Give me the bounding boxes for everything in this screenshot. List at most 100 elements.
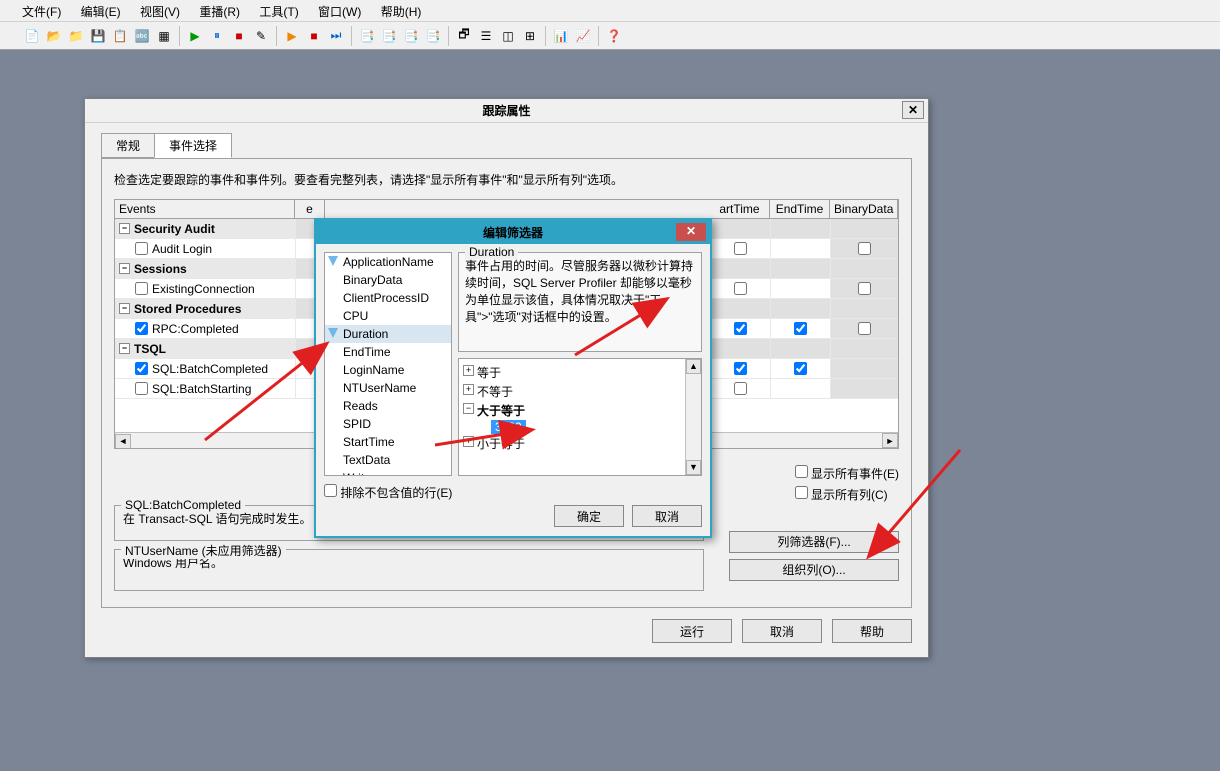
chk-exclude-empty[interactable]: 排除不包含值的行(E) xyxy=(324,486,452,500)
chk-rpc-start[interactable] xyxy=(734,322,747,335)
expand-icon[interactable]: + xyxy=(463,384,474,395)
tab-general[interactable]: 常规 xyxy=(101,133,155,158)
tb-grid-icon[interactable]: ▦ xyxy=(154,26,174,46)
list-item[interactable]: CPU xyxy=(325,307,451,325)
list-item[interactable]: TextData xyxy=(325,451,451,469)
tb-stop2-icon[interactable]: ■ xyxy=(304,26,324,46)
list-item[interactable]: EndTime xyxy=(325,343,451,361)
tb-tmpl1-icon[interactable]: 📑 xyxy=(357,26,377,46)
help-button[interactable]: 帮助 xyxy=(832,619,912,643)
expand-icon[interactable]: + xyxy=(463,436,474,447)
chk-al-start[interactable] xyxy=(734,242,747,255)
tb-tmpl4-icon[interactable]: 📑 xyxy=(423,26,443,46)
chk-show-all-cols[interactable]: 显示所有列(C) xyxy=(795,486,899,503)
list-item[interactable]: Writes xyxy=(325,469,451,476)
menubar: 文件(F) 编辑(E) 视图(V) 重播(R) 工具(T) 窗口(W) 帮助(H… xyxy=(0,0,1220,22)
list-item[interactable]: SPID xyxy=(325,415,451,433)
tb-tmpl2-icon[interactable]: 📑 xyxy=(379,26,399,46)
chk-existing-conn[interactable] xyxy=(135,282,148,295)
tb-win4-icon[interactable]: ⊞ xyxy=(520,26,540,46)
chk-audit-login[interactable] xyxy=(135,242,148,255)
menu-edit[interactable]: 编辑(E) xyxy=(81,5,121,19)
collapse-icon[interactable]: − xyxy=(119,263,130,274)
tb-open-icon[interactable]: 📂 xyxy=(44,26,64,46)
chk-show-all-events[interactable]: 显示所有事件(E) xyxy=(795,465,899,482)
tb-win2-icon[interactable]: ☰ xyxy=(476,26,496,46)
filter-value-input[interactable]: 3000 xyxy=(491,420,526,434)
menu-file[interactable]: 文件(F) xyxy=(22,5,61,19)
run-button[interactable]: 运行 xyxy=(652,619,732,643)
tb-pause-icon[interactable]: ⏸ xyxy=(207,26,227,46)
col-starttime[interactable]: artTime xyxy=(710,200,770,218)
col-e[interactable]: e xyxy=(295,200,325,218)
filter-description: Duration 事件占用的时间。尽管服务器以微秒计算持续时间，SQL Serv… xyxy=(458,252,702,352)
tb-play2-icon[interactable]: ▶ xyxy=(282,26,302,46)
tb-chart1-icon[interactable]: 📊 xyxy=(551,26,571,46)
tb-tmpl3-icon[interactable]: 📑 xyxy=(401,26,421,46)
menu-view[interactable]: 视图(V) xyxy=(140,5,180,19)
list-item[interactable]: ClientProcessID xyxy=(325,289,451,307)
chk-ec-start[interactable] xyxy=(734,282,747,295)
tb-open2-icon[interactable]: 📁 xyxy=(66,26,86,46)
list-item[interactable]: BinaryData xyxy=(325,271,451,289)
list-item[interactable]: Reads xyxy=(325,397,451,415)
chk-batch-starting[interactable] xyxy=(135,382,148,395)
col-events[interactable]: Events xyxy=(115,200,295,218)
cat-sessions: Sessions xyxy=(134,262,187,276)
cancel-button[interactable]: 取消 xyxy=(632,505,702,527)
chk-bs-start[interactable] xyxy=(734,382,747,395)
close-icon[interactable]: ✕ xyxy=(902,101,924,119)
cancel-button[interactable]: 取消 xyxy=(742,619,822,643)
organize-columns-button[interactable]: 组织列(O)... xyxy=(729,559,899,581)
ok-button[interactable]: 确定 xyxy=(554,505,624,527)
filter-column-list[interactable]: ApplicationName BinaryData ClientProcess… xyxy=(324,252,452,476)
menu-window[interactable]: 窗口(W) xyxy=(318,5,361,19)
tb-edit-icon[interactable]: ✎ xyxy=(251,26,271,46)
tb-win1-icon[interactable]: 🗗 xyxy=(454,26,474,46)
tb-help-icon[interactable]: ❓ xyxy=(604,26,624,46)
menu-replay[interactable]: 重播(R) xyxy=(199,5,240,19)
column-filter-button[interactable]: 列筛选器(F)... xyxy=(729,531,899,553)
filter-condition-tree[interactable]: +等于 +不等于 −大于等于 3000 +小于等于 ▲▼ xyxy=(458,358,702,476)
chk-al-bin[interactable] xyxy=(858,242,871,255)
expand-icon[interactable]: + xyxy=(463,365,474,376)
chk-rpc-end[interactable] xyxy=(794,322,807,335)
tb-chart2-icon[interactable]: 📈 xyxy=(573,26,593,46)
col-endtime[interactable]: EndTime xyxy=(770,200,830,218)
chk-bc-start[interactable] xyxy=(734,362,747,375)
list-item-selected[interactable]: Duration xyxy=(325,325,451,343)
trace-dialog-title: 跟踪属性 ✕ xyxy=(85,99,928,123)
tb-run-icon[interactable]: ▶ xyxy=(185,26,205,46)
tb-stop-icon[interactable]: ■ xyxy=(229,26,249,46)
tb-save2-icon[interactable]: 📋 xyxy=(110,26,130,46)
chk-batch-completed[interactable] xyxy=(135,362,148,375)
menu-tools[interactable]: 工具(T) xyxy=(259,5,298,19)
collapse-icon[interactable]: − xyxy=(119,223,130,234)
chk-rpc-bin[interactable] xyxy=(858,322,871,335)
list-item[interactable]: NTUserName xyxy=(325,379,451,397)
tree-vscroll[interactable]: ▲▼ xyxy=(685,359,701,475)
list-item[interactable]: LoginName xyxy=(325,361,451,379)
tb-save-icon[interactable]: 💾 xyxy=(88,26,108,46)
filter-dialog-title: 编辑筛选器 ✕ xyxy=(316,220,710,244)
list-item[interactable]: ApplicationName xyxy=(325,253,451,271)
tb-step-icon[interactable]: ⏭ xyxy=(326,26,346,46)
tb-new-icon[interactable]: 📄 xyxy=(22,26,42,46)
close-icon[interactable]: ✕ xyxy=(676,223,706,241)
col-binarydata[interactable]: BinaryData xyxy=(830,200,898,218)
chk-rpc-completed[interactable] xyxy=(135,322,148,335)
menu-help[interactable]: 帮助(H) xyxy=(381,5,422,19)
collapse-icon[interactable]: − xyxy=(463,403,474,414)
collapse-icon[interactable]: − xyxy=(119,343,130,354)
cat-security-audit: Security Audit xyxy=(134,222,215,236)
tb-props-icon[interactable]: 🔤 xyxy=(132,26,152,46)
chk-ec-bin[interactable] xyxy=(858,282,871,295)
chk-bc-end[interactable] xyxy=(794,362,807,375)
list-item[interactable]: StartTime xyxy=(325,433,451,451)
tab-events[interactable]: 事件选择 xyxy=(154,133,232,158)
cat-tsql: TSQL xyxy=(134,342,166,356)
collapse-icon[interactable]: − xyxy=(119,303,130,314)
events-hint: 检查选定要跟踪的事件和事件列。要查看完整列表，请选择"显示所有事件"和"显示所有… xyxy=(114,171,899,188)
tb-win3-icon[interactable]: ◫ xyxy=(498,26,518,46)
toolbar: 📄 📂 📁 💾 📋 🔤 ▦ ▶ ⏸ ■ ✎ ▶ ■ ⏭ 📑 📑 📑 📑 🗗 ☰ … xyxy=(0,22,1220,50)
